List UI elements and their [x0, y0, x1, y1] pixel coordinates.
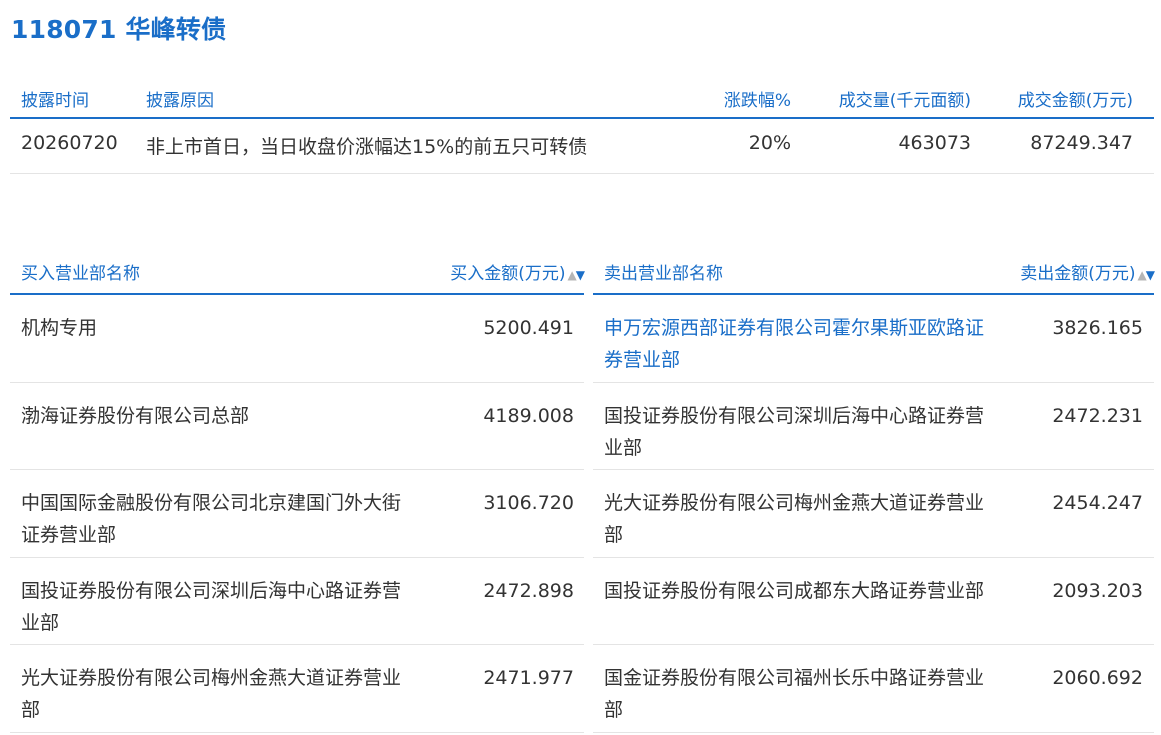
sort-up-icon: ▲	[1137, 268, 1147, 282]
disclosure-amount: 87249.347	[1030, 132, 1133, 154]
disclosure-table-header: 披露时间 披露原因 涨跌幅% 成交量(千元面额) 成交金额(万元)	[10, 77, 1154, 119]
disclosure-table: 披露时间 披露原因 涨跌幅% 成交量(千元面额) 成交金额(万元) 202607…	[10, 77, 1154, 174]
buy-amount: 5200.491	[483, 317, 574, 339]
column-header-reason: 披露原因	[146, 91, 214, 111]
table-row: 国投证券股份有限公司深圳后海中心路证券营业部 2472.231	[593, 383, 1154, 470]
sell-name-header: 卖出营业部名称	[604, 264, 723, 284]
table-row: 国投证券股份有限公司深圳后海中心路证券营业部 2472.898	[10, 558, 584, 645]
disclosure-change: 20%	[748, 132, 791, 154]
table-row: 申万宏源西部证券有限公司霍尔果斯亚欧路证券营业部 3826.165	[593, 295, 1154, 383]
sort-icon: ▲▼	[567, 268, 585, 282]
table-row: 20260720 非上市首日，当日收盘价涨幅达15%的前五只可转债 20% 46…	[10, 119, 1154, 174]
column-header-volume: 成交量(千元面额)	[838, 91, 971, 111]
column-header-time: 披露时间	[21, 91, 89, 111]
sell-branch-name: 国投证券股份有限公司成都东大路证券营业部	[604, 579, 985, 602]
sell-amount-sort-button[interactable]: 卖出金额(万元) ▲▼	[1020, 259, 1155, 284]
sell-amount: 3826.165	[1052, 317, 1143, 339]
buy-branch-name: 国投证券股份有限公司深圳后海中心路证券营业部	[21, 579, 402, 634]
sell-amount-header: 卖出金额(万元)	[1020, 264, 1136, 284]
sell-table: 卖出营业部名称 卖出金额(万元) ▲▼ 申万宏源西部证券有限公司霍尔果斯亚欧路证券…	[593, 252, 1155, 733]
buy-table: 买入营业部名称 买入金额(万元) ▲▼ 机构专用 5200.491 渤海证券股份有…	[10, 252, 585, 733]
sell-amount: 2454.247	[1052, 492, 1143, 514]
buy-branch-name: 光大证券股份有限公司梅州金燕大道证券营业部	[21, 667, 402, 721]
sell-amount: 2060.692	[1052, 667, 1143, 689]
buy-amount: 2471.977	[483, 667, 574, 689]
table-row: 光大证券股份有限公司梅州金燕大道证券营业部 2471.977	[10, 645, 584, 733]
buy-amount-sort-button[interactable]: 买入金额(万元) ▲▼	[450, 259, 585, 284]
table-row: 中国国际金融股份有限公司北京建国门外大街证券营业部 3106.720	[10, 470, 584, 558]
table-row: 国金证券股份有限公司福州长乐中路证券营业部 2060.692	[593, 645, 1154, 733]
table-row: 机构专用 5200.491	[10, 295, 584, 383]
sell-amount: 2472.231	[1052, 404, 1143, 427]
buy-amount: 3106.720	[483, 492, 574, 514]
buy-amount: 2472.898	[483, 579, 574, 602]
sell-branch-name: 光大证券股份有限公司梅州金燕大道证券营业部	[604, 492, 985, 546]
table-row: 渤海证券股份有限公司总部 4189.008	[10, 383, 584, 470]
buy-table-header: 买入营业部名称 买入金额(万元) ▲▼	[10, 252, 585, 295]
buy-amount: 4189.008	[483, 404, 574, 427]
table-row: 光大证券股份有限公司梅州金燕大道证券营业部 2454.247	[593, 470, 1154, 558]
sort-down-icon: ▼	[1145, 268, 1155, 282]
page-title: 118071 华峰转债	[11, 15, 227, 44]
sort-up-icon: ▲	[567, 268, 577, 282]
disclosure-time: 20260720	[21, 132, 118, 154]
sell-branch-name: 国投证券股份有限公司深圳后海中心路证券营业部	[604, 404, 985, 459]
disclosure-volume: 463073	[898, 132, 971, 154]
sell-amount: 2093.203	[1052, 579, 1143, 602]
sort-down-icon: ▼	[575, 268, 585, 282]
sort-icon: ▲▼	[1137, 268, 1155, 282]
buy-branch-name: 渤海证券股份有限公司总部	[21, 404, 250, 427]
disclosure-reason: 非上市首日，当日收盘价涨幅达15%的前五只可转债	[146, 136, 588, 158]
sell-table-header: 卖出营业部名称 卖出金额(万元) ▲▼	[593, 252, 1155, 295]
sell-branch-name: 国金证券股份有限公司福州长乐中路证券营业部	[604, 667, 985, 721]
table-row: 国投证券股份有限公司成都东大路证券营业部 2093.203	[593, 558, 1154, 645]
column-header-amount: 成交金额(万元)	[1017, 91, 1133, 111]
column-header-change: 涨跌幅%	[723, 91, 791, 111]
buy-amount-header: 买入金额(万元)	[450, 264, 566, 284]
sell-branch-link[interactable]: 申万宏源西部证券有限公司霍尔果斯亚欧路证券营业部	[604, 312, 984, 376]
buy-name-header: 买入营业部名称	[21, 264, 140, 284]
buy-branch-name: 机构专用	[21, 317, 98, 339]
buy-branch-name: 中国国际金融股份有限公司北京建国门外大街证券营业部	[21, 492, 402, 546]
